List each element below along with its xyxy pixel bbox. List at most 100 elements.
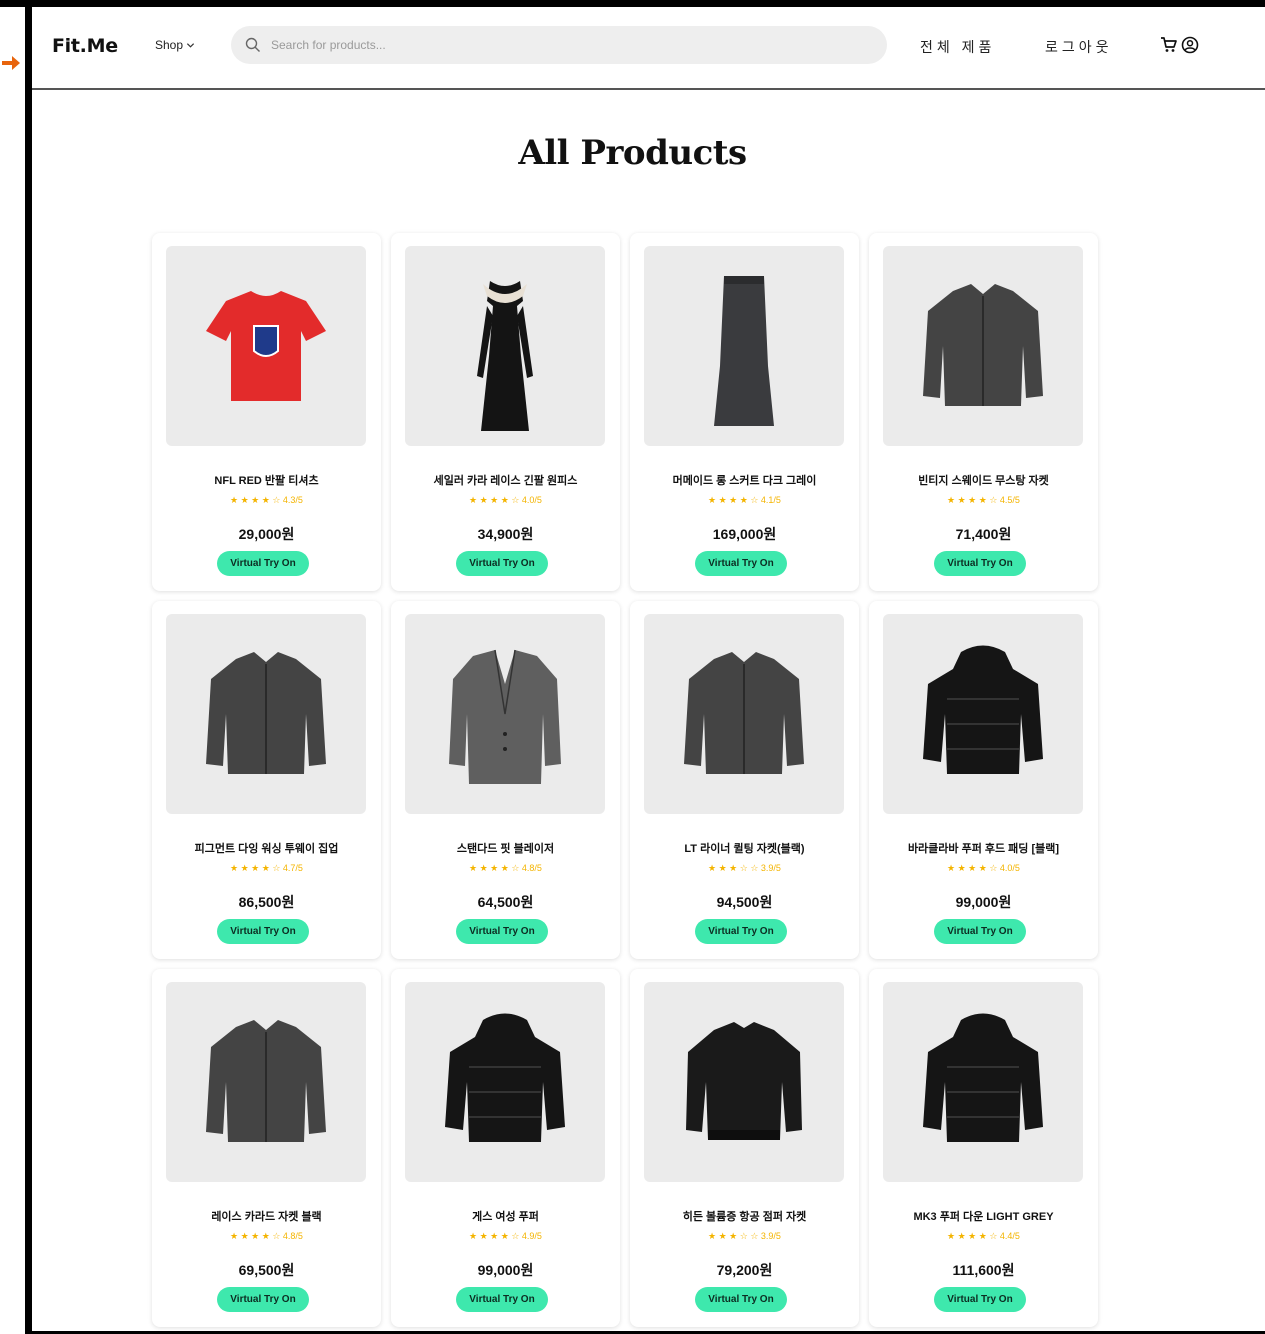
frame-left — [25, 0, 32, 1334]
product-name[interactable]: 머메이드 롱 스커트 다크 그레이 — [634, 472, 855, 488]
product-image[interactable] — [644, 246, 844, 446]
skirt-icon — [714, 276, 774, 426]
product-card-4[interactable]: 빈티지 스웨이드 무스탕 자켓 ★ ★ ★ ★ ☆ 4.5/5 71,400원 … — [869, 233, 1098, 591]
virtual-try-on-button[interactable]: Virtual Try On — [695, 1287, 787, 1312]
product-card-10[interactable]: 게스 여성 푸퍼 ★ ★ ★ ★ ☆ 4.9/5 99,000원 Virtual… — [391, 969, 620, 1327]
jacket-icon — [923, 284, 1043, 406]
product-rating: ★ ★ ★ ☆ ☆ 3.9/5 — [630, 1231, 859, 1242]
rating-stars-icon: ★ ★ ★ ★ ☆ — [947, 863, 998, 873]
product-name[interactable]: 스탠다드 핏 블레이저 — [395, 840, 616, 856]
bomber-icon — [686, 1022, 802, 1140]
product-rating: ★ ★ ★ ★ ☆ 4.5/5 — [869, 495, 1098, 506]
jacket-icon — [684, 652, 804, 774]
rating-stars-icon: ★ ★ ★ ★ ☆ — [230, 863, 281, 873]
nav-all-products[interactable]: 전체 제품 — [920, 37, 995, 57]
product-image[interactable] — [644, 982, 844, 1182]
product-name[interactable]: MK3 푸퍼 다운 LIGHT GREY — [873, 1208, 1094, 1224]
rating-stars-icon: ★ ★ ★ ☆ ☆ — [708, 863, 759, 873]
rating-stars-icon: ★ ★ ★ ★ ☆ — [947, 495, 998, 505]
product-card-7[interactable]: LT 라이너 퀼팅 자켓(블랙) ★ ★ ★ ☆ ☆ 3.9/5 94,500원… — [630, 601, 859, 959]
product-card-5[interactable]: 피그먼트 다잉 워싱 투웨이 집업 ★ ★ ★ ★ ☆ 4.7/5 86,500… — [152, 601, 381, 959]
rating-stars-icon: ★ ★ ★ ★ ☆ — [230, 495, 281, 505]
product-card-8[interactable]: 바라클라바 푸퍼 후드 패딩 [블랙] ★ ★ ★ ★ ☆ 4.0/5 99,0… — [869, 601, 1098, 959]
product-price: 169,000원 — [712, 526, 777, 542]
virtual-try-on-button[interactable]: Virtual Try On — [217, 551, 309, 576]
dress-icon — [477, 281, 533, 431]
rating-value: 4.0/5 — [521, 495, 542, 505]
product-image[interactable] — [644, 614, 844, 814]
product-image[interactable] — [405, 246, 605, 446]
product-image[interactable] — [883, 246, 1083, 446]
rating-stars-icon: ★ ★ ★ ☆ ☆ — [708, 1231, 759, 1241]
product-image[interactable] — [883, 614, 1083, 814]
rating-stars-icon: ★ ★ ★ ★ ☆ — [947, 1231, 998, 1241]
rating-value: 4.5/5 — [999, 495, 1020, 505]
user-icon[interactable] — [1181, 36, 1199, 54]
search-bar[interactable] — [231, 26, 887, 64]
product-name[interactable]: 피그먼트 다잉 워싱 투웨이 집업 — [156, 840, 377, 856]
product-image[interactable] — [405, 614, 605, 814]
virtual-try-on-button[interactable]: Virtual Try On — [456, 551, 548, 576]
product-name[interactable]: 빈티지 스웨이드 무스탕 자켓 — [873, 472, 1094, 488]
product-card-11[interactable]: 히든 볼륨증 항공 점퍼 자켓 ★ ★ ★ ☆ ☆ 3.9/5 79,200원 … — [630, 969, 859, 1327]
logo[interactable]: Fit.Me — [52, 35, 118, 57]
product-image[interactable] — [883, 982, 1083, 1182]
virtual-try-on-button[interactable]: Virtual Try On — [695, 551, 787, 576]
product-card-1[interactable]: NFL RED 반팔 티셔츠 ★ ★ ★ ★ ☆ 4.3/5 29,000원 V… — [152, 233, 381, 591]
product-name[interactable]: NFL RED 반팔 티셔츠 — [156, 472, 377, 488]
virtual-try-on-button[interactable]: Virtual Try On — [217, 919, 309, 944]
rating-value: 4.8/5 — [282, 1231, 303, 1241]
product-price: 94,500원 — [716, 894, 773, 910]
product-image[interactable] — [166, 246, 366, 446]
rating-stars-icon: ★ ★ ★ ★ ☆ — [708, 495, 759, 505]
product-card-2[interactable]: 세일러 카라 레이스 긴팔 원피스 ★ ★ ★ ★ ☆ 4.0/5 34,900… — [391, 233, 620, 591]
rating-stars-icon: ★ ★ ★ ★ ☆ — [469, 495, 520, 505]
product-image[interactable] — [405, 982, 605, 1182]
product-rating: ★ ★ ★ ★ ☆ 4.8/5 — [152, 1231, 381, 1242]
rating-stars-icon: ★ ★ ★ ★ ☆ — [469, 1231, 520, 1241]
product-name[interactable]: 히든 볼륨증 항공 점퍼 자켓 — [634, 1208, 855, 1224]
virtual-try-on-button[interactable]: Virtual Try On — [934, 551, 1026, 576]
product-card-9[interactable]: 레이스 카라드 자켓 블랙 ★ ★ ★ ★ ☆ 4.8/5 69,500원 Vi… — [152, 969, 381, 1327]
product-name[interactable]: 게스 여성 푸퍼 — [395, 1208, 616, 1224]
search-input[interactable] — [271, 38, 831, 52]
virtual-try-on-button[interactable]: Virtual Try On — [217, 1287, 309, 1312]
product-rating: ★ ★ ★ ★ ☆ 4.4/5 — [869, 1231, 1098, 1242]
product-price: 69,500원 — [238, 1262, 295, 1278]
jacket-icon — [206, 652, 326, 774]
nav-logout[interactable]: 로그아웃 — [1045, 37, 1113, 57]
rating-value: 3.9/5 — [760, 1231, 781, 1241]
cart-icon[interactable] — [1160, 36, 1178, 54]
virtual-try-on-button[interactable]: Virtual Try On — [934, 919, 1026, 944]
rating-value: 4.4/5 — [999, 1231, 1020, 1241]
shop-label: Shop — [155, 38, 184, 52]
product-image[interactable] — [166, 982, 366, 1182]
product-rating: ★ ★ ★ ★ ☆ 4.7/5 — [152, 863, 381, 874]
product-card-3[interactable]: 머메이드 롱 스커트 다크 그레이 ★ ★ ★ ★ ☆ 4.1/5 169,00… — [630, 233, 859, 591]
page-title: All Products — [518, 133, 747, 173]
product-image[interactable] — [166, 614, 366, 814]
rating-value: 4.3/5 — [282, 495, 303, 505]
product-rating: ★ ★ ★ ★ ☆ 4.3/5 — [152, 495, 381, 506]
product-price: 64,500원 — [477, 894, 534, 910]
virtual-try-on-button[interactable]: Virtual Try On — [456, 919, 548, 944]
search-icon — [245, 37, 260, 52]
top-navbar: Fit.Me Shop 전체 제품 로그아웃 — [32, 7, 1265, 90]
product-name[interactable]: 레이스 카라드 자켓 블랙 — [156, 1208, 377, 1224]
jacket-icon — [206, 1020, 326, 1142]
puffer-icon — [923, 645, 1043, 774]
rating-value: 4.0/5 — [999, 863, 1020, 873]
product-rating: ★ ★ ★ ★ ☆ 4.1/5 — [630, 495, 859, 506]
virtual-try-on-button[interactable]: Virtual Try On — [695, 919, 787, 944]
frame-top — [0, 0, 1265, 7]
blazer-icon — [449, 649, 561, 784]
virtual-try-on-button[interactable]: Virtual Try On — [934, 1287, 1026, 1312]
virtual-try-on-button[interactable]: Virtual Try On — [456, 1287, 548, 1312]
shop-dropdown[interactable]: Shop — [155, 38, 195, 52]
product-name[interactable]: 바라클라바 푸퍼 후드 패딩 [블랙] — [873, 840, 1094, 856]
product-card-12[interactable]: MK3 푸퍼 다운 LIGHT GREY ★ ★ ★ ★ ☆ 4.4/5 111… — [869, 969, 1098, 1327]
product-price: 79,200원 — [716, 1262, 773, 1278]
product-card-6[interactable]: 스탠다드 핏 블레이저 ★ ★ ★ ★ ☆ 4.8/5 64,500원 Virt… — [391, 601, 620, 959]
product-name[interactable]: LT 라이너 퀼팅 자켓(블랙) — [634, 840, 855, 856]
product-name[interactable]: 세일러 카라 레이스 긴팔 원피스 — [395, 472, 616, 488]
